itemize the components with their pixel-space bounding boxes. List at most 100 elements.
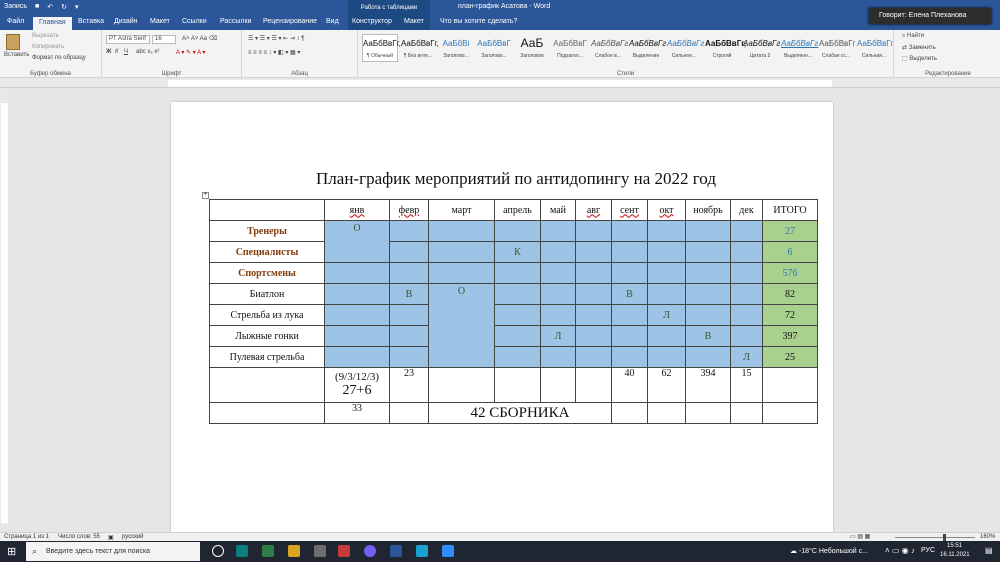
cell[interactable] (730, 241, 763, 263)
tab-home[interactable]: Главная (33, 17, 72, 30)
total-cell[interactable]: 25 (762, 346, 818, 368)
sum-nov[interactable]: 394 (685, 367, 731, 403)
find-button[interactable]: ⌕ Найти (902, 33, 924, 40)
tray-icons[interactable]: ˄ ▭ ◉ ♪ (885, 546, 915, 555)
align-icons[interactable]: ≡ ≡ ≡ ≡ ↕ ▾ ◧ ▾ ▦ ▾ (248, 49, 300, 56)
zoom-thumb[interactable] (943, 534, 946, 541)
cell[interactable] (324, 262, 390, 284)
cell[interactable] (540, 220, 576, 242)
row-label[interactable]: Лыжные гонки (209, 325, 325, 347)
cell[interactable] (685, 346, 731, 368)
cell[interactable] (730, 262, 763, 284)
cell[interactable] (494, 262, 541, 284)
cell[interactable] (575, 262, 612, 284)
cell[interactable] (428, 262, 495, 284)
view-buttons[interactable]: ▭ ▤ ▦ (850, 533, 870, 540)
header-cell[interactable]: сент (611, 199, 648, 221)
style-no-spacing[interactable]: АаБбВвГг, ¶ Без инте... (400, 34, 439, 62)
cell[interactable] (389, 304, 429, 326)
cell[interactable] (494, 283, 541, 305)
cell[interactable] (324, 325, 390, 347)
cell[interactable] (647, 220, 686, 242)
cell[interactable] (428, 241, 495, 263)
cell[interactable] (575, 325, 612, 347)
format-painter-button[interactable]: Формат по образцу (32, 55, 86, 61)
tab-view[interactable]: Вид (326, 18, 339, 25)
cell[interactable] (389, 325, 429, 347)
grow-font-icon[interactable]: A˄ A˅ Aa ⌫ (182, 35, 217, 42)
autosave-toggle[interactable]: Запись (4, 3, 27, 11)
font-name-select[interactable]: PT Astra Serif (106, 35, 150, 44)
header-cell[interactable]: март (428, 199, 495, 221)
cell[interactable] (324, 304, 390, 326)
clock-date[interactable]: 16.11.2021 (940, 552, 970, 558)
cell[interactable] (389, 241, 429, 263)
cell[interactable] (494, 220, 541, 242)
sum-jan-cell[interactable]: (9/3/12/3) 27+6 (324, 367, 390, 403)
page-count[interactable]: Страница 1 из 1 (4, 534, 49, 540)
underline-icon[interactable]: Ч (124, 49, 128, 55)
cell[interactable] (540, 283, 576, 305)
header-cell[interactable]: апрель (494, 199, 541, 221)
proofing-icon[interactable]: ▣ (108, 534, 114, 541)
cell[interactable] (575, 241, 612, 263)
tab-review[interactable]: Рецензирование (263, 18, 317, 25)
customize-icon[interactable]: ▾ (75, 3, 79, 11)
cell[interactable] (540, 346, 576, 368)
cell[interactable] (209, 367, 325, 403)
word-count[interactable]: Число слов: 55 (58, 534, 100, 540)
taskbar-search[interactable]: ⌕ Введите здесь текст для поиска (26, 542, 200, 561)
header-cell[interactable]: ИТОГО (762, 199, 818, 221)
cell-apr[interactable]: К (494, 241, 541, 263)
header-cell[interactable] (209, 199, 325, 221)
undo-icon[interactable]: ↶ (47, 3, 53, 11)
cell[interactable] (575, 367, 612, 403)
table-move-handle-icon[interactable]: + (202, 192, 209, 199)
tell-me-box[interactable]: Что вы хотите сделать? (440, 18, 517, 25)
sum-feb[interactable]: 23 (389, 367, 429, 403)
cell[interactable] (209, 402, 325, 424)
cell[interactable] (647, 346, 686, 368)
paste-icon[interactable] (6, 34, 20, 50)
cell[interactable] (540, 262, 576, 284)
total-cell[interactable]: 397 (762, 325, 818, 347)
cell[interactable] (647, 283, 686, 305)
clock-time[interactable]: 15:51 (947, 543, 962, 549)
style-intense-reference[interactable]: АаБбВвГг Сильная... (856, 34, 894, 62)
cell[interactable] (730, 402, 763, 424)
cell-jan[interactable]: О (324, 220, 390, 263)
header-cell[interactable]: окт (647, 199, 686, 221)
cell[interactable] (389, 220, 429, 242)
cell[interactable] (494, 346, 541, 368)
style-subtle-emphasis[interactable]: АаБбВвГг Слабое в... (590, 34, 628, 62)
cell[interactable] (647, 241, 686, 263)
tab-mailings[interactable]: Рассылки (220, 18, 251, 25)
zoom-level[interactable]: 160% (980, 534, 995, 540)
save-icon[interactable]: ■ (35, 3, 39, 11)
cell[interactable] (428, 367, 495, 403)
cell[interactable] (611, 262, 648, 284)
italic-icon[interactable]: К (115, 49, 119, 55)
cell[interactable] (647, 262, 686, 284)
zoom-app-icon[interactable] (442, 545, 454, 557)
cell-may[interactable]: Л (540, 325, 576, 347)
cell[interactable] (389, 262, 429, 284)
viber-icon[interactable] (364, 545, 376, 557)
style-subtle-reference[interactable]: АаБбВвГг Слабая сс... (818, 34, 856, 62)
cell[interactable] (611, 220, 648, 242)
cell[interactable] (647, 402, 686, 424)
task-view-icon[interactable] (212, 545, 224, 557)
sum-dec[interactable]: 15 (730, 367, 763, 403)
row-label[interactable]: Спортсмены (209, 262, 325, 284)
total-cell[interactable]: 6 (762, 241, 818, 263)
tab-references[interactable]: Ссылки (182, 18, 207, 25)
cell-oct[interactable]: Л (647, 304, 686, 326)
cell[interactable] (324, 346, 390, 368)
cell[interactable] (611, 325, 648, 347)
store-icon[interactable] (314, 545, 326, 557)
redo-icon[interactable]: ↻ (61, 3, 67, 11)
input-language[interactable]: РУС (921, 547, 935, 554)
list-icons[interactable]: ☰ ▾ ☰ ▾ ☰ ▾ ⇤ ⇥ ↕ ¶ (248, 35, 304, 42)
cell[interactable] (575, 283, 612, 305)
cell-dec[interactable]: Л (730, 346, 763, 368)
